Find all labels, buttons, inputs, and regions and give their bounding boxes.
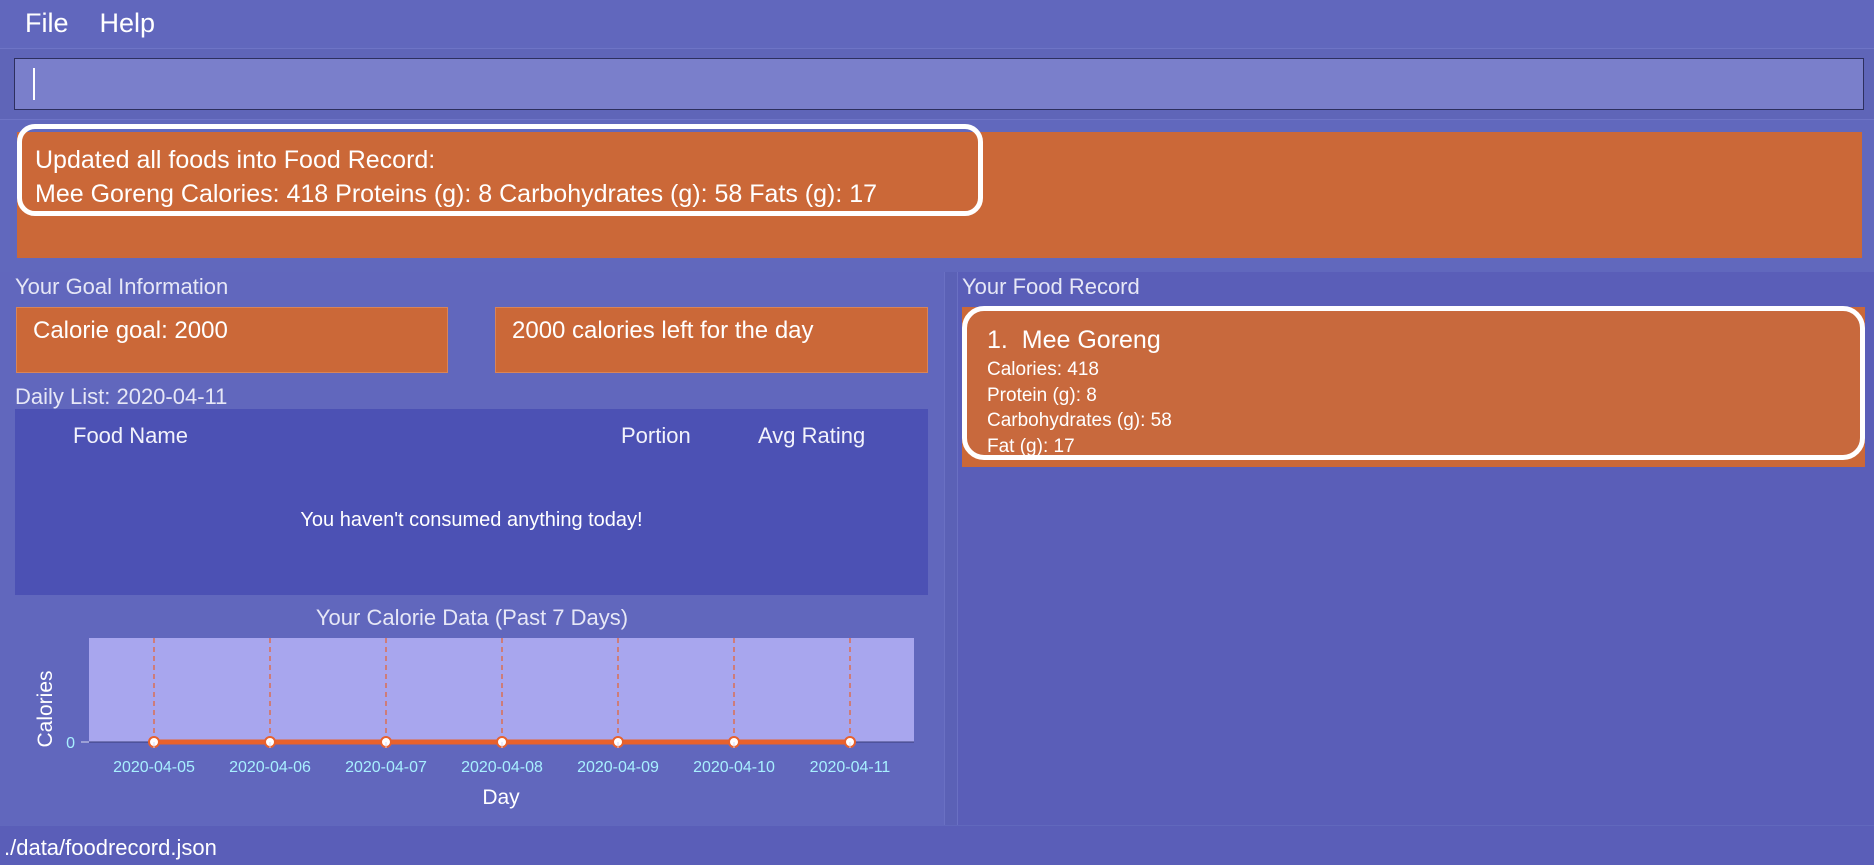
food-record-title: Your Food Record: [962, 274, 1140, 299]
menu-help[interactable]: Help: [100, 8, 156, 39]
y-axis-label: Calories: [34, 670, 57, 747]
x-tick-label: 2020-04-09: [577, 759, 659, 776]
status-file-path: ./data/foodrecord.json: [4, 835, 217, 860]
y-tick-label: 0: [66, 735, 75, 752]
food-item-carbs: Carbohydrates (g): 58: [987, 410, 1172, 431]
food-item-title: Mee Goreng: [1021, 326, 1161, 354]
result-line-2: Mee Goreng Calories: 418 Proteins (g): 8…: [35, 180, 878, 208]
x-tick-label: 2020-04-10: [693, 759, 775, 776]
food-record-card[interactable]: 1. Mee Goreng Calories: 418 Protein (g):…: [962, 306, 1865, 460]
x-tick-label: 2020-04-07: [345, 759, 427, 776]
menu-bar: File Help: [0, 0, 1874, 46]
x-tick-label: 2020-04-05: [113, 759, 195, 776]
empty-list-message: You haven't consumed anything today!: [300, 509, 643, 531]
x-tick-label: 2020-04-11: [810, 759, 891, 776]
menu-file[interactable]: File: [25, 8, 69, 39]
text-caret: [33, 68, 35, 100]
food-item-protein: Protein (g): 8: [987, 384, 1097, 406]
food-item-calories: Calories: 418: [987, 359, 1099, 380]
result-line-1: Updated all foods into Food Record:: [35, 146, 436, 174]
result-message: Updated all foods into Food Record: Mee …: [17, 124, 983, 216]
column-header-portion[interactable]: Portion: [621, 423, 691, 449]
calorie-line-chart: 2020-04-05 2020-04-06 2020-04-07 2020-04-08…: [34, 638, 914, 809]
x-axis-label: Day: [482, 786, 520, 809]
daily-list-table[interactable]: Food Name Portion Avg Rating You haven't…: [15, 409, 928, 595]
calorie-goal-box: Calorie goal: 2000: [16, 307, 448, 373]
daily-list-title: Daily List: 2020-04-11: [15, 384, 228, 409]
x-tick-label: 2020-04-06: [229, 759, 311, 776]
calories-left-box: 2000 calories left for the day: [495, 307, 928, 373]
split-divider[interactable]: [944, 272, 958, 825]
column-header-food-name[interactable]: Food Name: [73, 423, 188, 449]
food-item-index: 1.: [987, 326, 1008, 354]
food-item-name: 1. Mee Goreng: [987, 325, 1860, 355]
command-input[interactable]: [14, 58, 1864, 110]
x-tick-label: 2020-04-08: [461, 759, 543, 776]
column-header-avg-rating[interactable]: Avg Rating: [758, 423, 865, 449]
status-bar: ./data/foodrecord.json: [0, 826, 1874, 865]
plot-area: [89, 638, 914, 742]
command-box: [0, 48, 1874, 120]
goal-section-title: Your Goal Information: [15, 274, 229, 299]
food-item-fat: Fat (g): 17: [987, 435, 1075, 457]
